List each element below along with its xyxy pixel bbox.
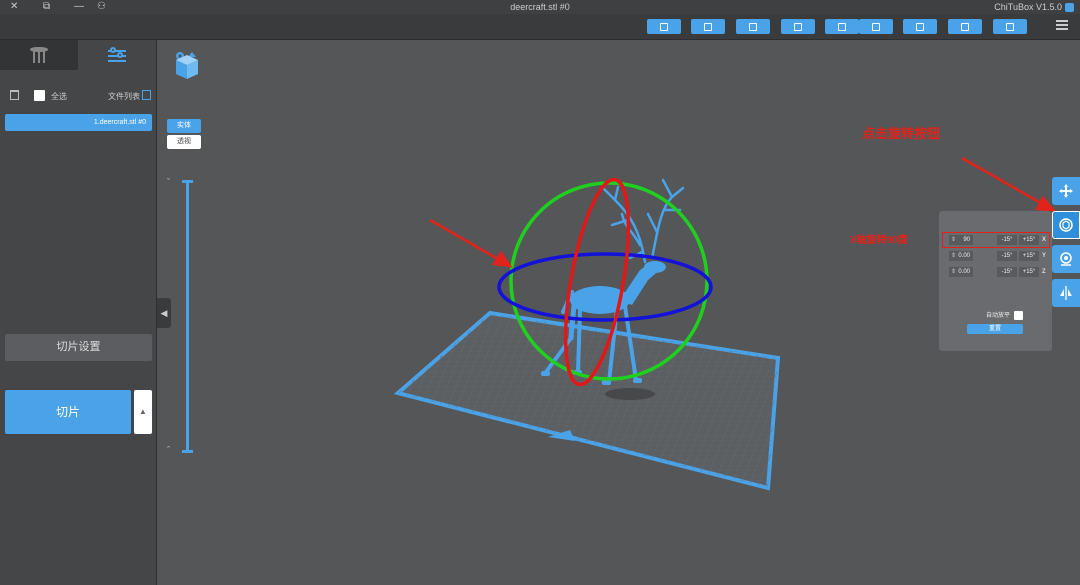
folder-icon <box>1006 22 1014 31</box>
view-icon <box>660 22 668 31</box>
file-list-icon <box>142 90 151 100</box>
annotation-rotate-tool: 点击旋转按钮 <box>862 126 941 141</box>
rotate-tool-button[interactable] <box>1052 211 1080 239</box>
lay-flat-checkbox[interactable] <box>1014 311 1023 320</box>
slice-settings-button[interactable]: 切片设置 <box>5 334 152 361</box>
annotation-x-axis: X轴旋转90度 <box>850 235 908 246</box>
app-logo-icon <box>1065 2 1074 12</box>
toolbar-open-button[interactable] <box>825 19 859 34</box>
toolbar-view-button[interactable] <box>647 19 681 34</box>
reset-rotation-button[interactable]: 重置 <box>967 324 1023 334</box>
rotate-panel: 90 ⇕ -15° +15° X 0.00 ⇕ -15° +15° Y 0.00… <box>939 211 1052 351</box>
right-tool-column <box>1052 177 1080 313</box>
mirror-tool-button[interactable] <box>1052 279 1080 307</box>
panel-tabs <box>0 40 156 70</box>
toolbar-machine-button[interactable] <box>948 19 982 34</box>
select-all-label: 全选 <box>51 92 67 101</box>
support-icon <box>749 22 757 31</box>
machine-tab-icon <box>30 46 48 64</box>
left-panel: 全选 文件列表 1.deercraft.stl #0 切片设置 切片 ▲ <box>0 40 157 585</box>
rotate-row-z: 0.00 ⇕ -15° +15° Z <box>945 267 1047 277</box>
file-list-header: 全选 文件列表 <box>0 86 157 104</box>
toolbar-open-file-button[interactable] <box>993 19 1027 34</box>
rotate-z-minus-button[interactable]: -15° <box>997 267 1017 277</box>
rotate-x-minus-button[interactable]: -15° <box>997 235 1017 245</box>
toolbar-printer-button[interactable] <box>903 19 937 34</box>
rotate-x-spinner[interactable]: ⇕ <box>951 235 956 245</box>
move-tool-button[interactable] <box>1052 177 1080 205</box>
move-icon <box>1059 184 1073 198</box>
rotate-y-spinner[interactable]: ⇕ <box>951 251 956 261</box>
rotate-y-plus-button[interactable]: +15° <box>1019 251 1039 261</box>
file-list-label: 文件列表 <box>108 92 140 101</box>
app-name-label: ChiTuBox V1.5.0 <box>994 2 1062 12</box>
open-icon <box>838 22 846 31</box>
build-plate <box>393 310 781 491</box>
toolbar <box>0 14 1080 40</box>
sliders-icon <box>108 47 126 63</box>
file-list-item[interactable]: 1.deercraft.stl #0 <box>5 114 152 131</box>
app-window: ✕ ⧉ — ⚇ deercraft.stl #0 ChiTuBox V1.5.0 <box>0 0 1080 585</box>
machine-icon <box>961 22 969 31</box>
toolbar-home-button[interactable] <box>691 19 725 34</box>
save-icon <box>872 22 880 31</box>
menu-icon[interactable] <box>1056 20 1068 30</box>
select-all-checkbox[interactable] <box>34 90 45 101</box>
lay-flat-label: 自动放平 <box>986 313 1011 319</box>
window-title: deercraft.stl #0 <box>510 2 570 12</box>
trash-icon[interactable] <box>10 90 19 100</box>
rotate-row-y: 0.00 ⇕ -15° +15° Y <box>945 251 1047 261</box>
printer-icon <box>916 22 924 31</box>
title-bar: ✕ ⧉ — ⚇ deercraft.stl #0 ChiTuBox V1.5.0 <box>0 0 1080 14</box>
rotate-z-spinner[interactable]: ⇕ <box>951 267 956 277</box>
rotate-icon <box>1059 218 1073 232</box>
model-shadow <box>605 388 655 400</box>
rotate-z-plus-button[interactable]: +15° <box>1019 267 1039 277</box>
scale-icon <box>1060 252 1072 266</box>
rotate-y-minus-button[interactable]: -15° <box>997 251 1017 261</box>
slice-button[interactable]: 切片 <box>5 390 131 434</box>
toolbar-save-button[interactable] <box>859 19 893 34</box>
home-icon <box>704 22 712 31</box>
slice-options-arrow[interactable]: ▲ <box>134 390 152 434</box>
rotate-x-plus-button[interactable]: +15° <box>1019 235 1039 245</box>
settings-icon <box>794 22 802 31</box>
rotate-row-x: 90 ⇕ -15° +15° X <box>942 232 1050 248</box>
toolbar-settings-button[interactable] <box>781 19 815 34</box>
tab-parameters[interactable] <box>78 40 156 70</box>
rotate-y-axis-label: Y <box>1042 253 1047 259</box>
tab-machine[interactable] <box>0 40 78 70</box>
rotate-x-axis-label: X <box>1042 237 1047 243</box>
rotate-z-axis-label: Z <box>1042 269 1046 275</box>
toolbar-support-button[interactable] <box>736 19 770 34</box>
app-name: ChiTuBox V1.5.0 <box>994 1 1074 13</box>
mirror-icon <box>1060 286 1072 300</box>
scale-tool-button[interactable] <box>1052 245 1080 273</box>
